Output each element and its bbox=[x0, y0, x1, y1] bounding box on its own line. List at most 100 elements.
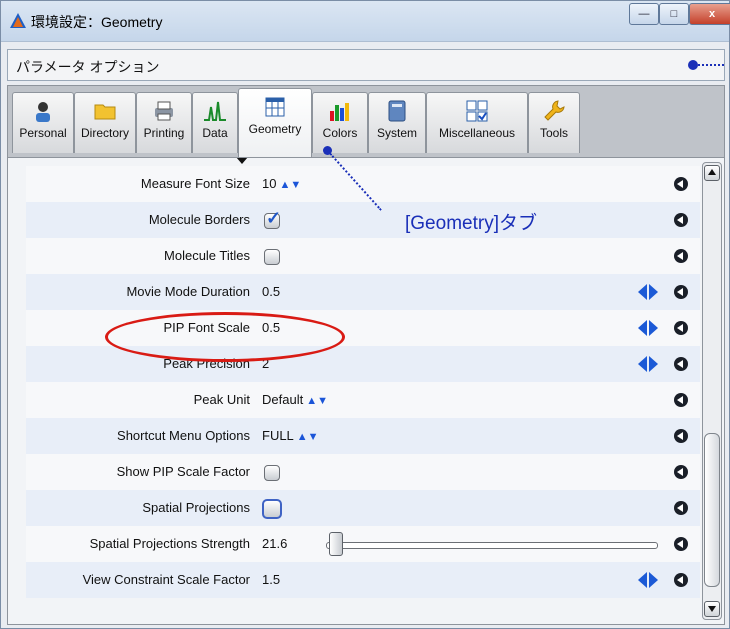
tab-colors[interactable]: Colors bbox=[312, 92, 368, 153]
setting-row-show-pip-scale-factor: Show PIP Scale Factor bbox=[26, 454, 700, 490]
measure-font-size-dropdown[interactable]: 10 ▲▼ bbox=[262, 176, 301, 191]
maximize-button[interactable]: □ bbox=[659, 3, 689, 25]
scroll-down-button[interactable] bbox=[704, 601, 720, 617]
stepper-arrows-icon[interactable] bbox=[638, 320, 660, 336]
reset-icon[interactable] bbox=[674, 537, 688, 551]
minimize-icon: — bbox=[638, 8, 650, 20]
tab-label: Personal bbox=[19, 126, 67, 140]
view-constraint-scale-factor-value[interactable]: 1.5 bbox=[262, 572, 280, 587]
person-icon bbox=[36, 102, 50, 122]
spectrum-icon bbox=[204, 101, 226, 121]
reset-icon[interactable] bbox=[674, 213, 688, 227]
reset-icon[interactable] bbox=[674, 321, 688, 335]
tab-data[interactable]: Data bbox=[192, 92, 238, 153]
tab-tools[interactable]: Tools bbox=[528, 92, 580, 153]
setting-label: Molecule Borders bbox=[148, 212, 250, 227]
tab-label: System bbox=[376, 126, 417, 140]
window-title: 環境設定：Geometry bbox=[31, 14, 163, 30]
tab-label: Directory bbox=[80, 126, 129, 140]
setting-label: Spatial Projections Strength bbox=[89, 536, 250, 551]
reset-icon[interactable] bbox=[674, 429, 688, 443]
setting-label: Shortcut Menu Options bbox=[117, 428, 250, 443]
reset-icon[interactable] bbox=[674, 393, 688, 407]
system-icon bbox=[388, 100, 406, 122]
tab-printing[interactable]: Printing bbox=[136, 92, 192, 153]
shortcut-menu-options-dropdown[interactable]: FULL ▲▼ bbox=[262, 428, 319, 443]
tab-label: Miscellaneous bbox=[438, 126, 516, 140]
setting-row-movie-mode-duration: Movie Mode Duration 0.5 bbox=[26, 274, 700, 310]
scroll-thumb[interactable] bbox=[704, 433, 720, 587]
setting-row-measure-font-size: Measure Font Size 10 ▲▼ bbox=[26, 166, 700, 202]
spatial-projections-checkbox[interactable] bbox=[262, 499, 282, 519]
reset-icon[interactable] bbox=[674, 465, 688, 479]
menu-parameter-options[interactable]: パラメータ オプション bbox=[16, 57, 159, 77]
preferences-window: 環境設定：Geometry — □ x パラメータ オプション Personal… bbox=[0, 0, 730, 629]
printer-icon bbox=[155, 101, 173, 121]
folder-icon bbox=[94, 104, 116, 120]
setting-row-molecule-titles: Molecule Titles bbox=[26, 238, 700, 274]
setting-label: Movie Mode Duration bbox=[126, 284, 250, 299]
setting-label: Spatial Projections bbox=[142, 500, 250, 515]
checkmark-icon: ✓ bbox=[266, 208, 282, 228]
annotation-dot bbox=[688, 60, 698, 70]
grid-window-icon bbox=[265, 97, 285, 117]
close-icon: x bbox=[708, 8, 716, 20]
reset-icon[interactable] bbox=[674, 501, 688, 515]
reset-icon[interactable] bbox=[674, 573, 688, 587]
tab-system[interactable]: System bbox=[368, 92, 426, 153]
title-bar[interactable]: 環境設定：Geometry — □ x bbox=[1, 1, 730, 42]
app-logo-icon bbox=[10, 13, 26, 28]
tab-geometry[interactable]: Geometry bbox=[238, 88, 312, 159]
reset-icon[interactable] bbox=[674, 249, 688, 263]
setting-label: View Constraint Scale Factor bbox=[82, 572, 250, 587]
setting-label: Measure Font Size bbox=[140, 176, 250, 191]
tab-personal[interactable]: Personal bbox=[12, 92, 74, 153]
setting-label: Peak Unit bbox=[193, 392, 250, 407]
slider-track[interactable] bbox=[326, 542, 658, 549]
tab-label: Tools bbox=[539, 126, 568, 140]
annotation-leader-line bbox=[698, 64, 724, 66]
slider-thumb[interactable] bbox=[328, 532, 343, 556]
tab-label: Printing bbox=[143, 126, 185, 140]
tab-label: Data bbox=[202, 126, 228, 140]
tab-directory[interactable]: Directory bbox=[74, 92, 136, 153]
setting-row-spatial-projections-strength: Spatial Projections Strength 21.6 bbox=[26, 526, 700, 562]
updown-arrows-icon: ▲▼ bbox=[296, 431, 319, 443]
settings-panel: Measure Font Size 10 ▲▼ Molecule Borders … bbox=[7, 157, 725, 625]
checklist-icon bbox=[466, 100, 488, 122]
setting-label: Show PIP Scale Factor bbox=[116, 464, 250, 479]
color-bars-icon bbox=[330, 103, 349, 121]
setting-row-view-constraint-scale-factor: View Constraint Scale Factor 1.5 bbox=[26, 562, 700, 598]
menu-bar: パラメータ オプション bbox=[7, 49, 725, 81]
minimize-button[interactable]: — bbox=[629, 3, 659, 25]
setting-row-peak-unit: Peak Unit Default ▲▼ bbox=[26, 382, 700, 418]
updown-arrows-icon: ▲▼ bbox=[306, 395, 328, 407]
show-pip-scale-factor-checkbox[interactable] bbox=[264, 465, 280, 481]
molecule-borders-checkbox[interactable]: ✓ bbox=[264, 208, 281, 229]
reset-icon[interactable] bbox=[674, 177, 688, 191]
tab-label: Colors bbox=[322, 126, 358, 140]
peak-unit-dropdown[interactable]: Default ▲▼ bbox=[262, 392, 328, 407]
stepper-arrows-icon[interactable] bbox=[638, 572, 660, 588]
geometry-tab-callout: [Geometry]タブ bbox=[405, 213, 537, 234]
movie-mode-duration-value[interactable]: 0.5 bbox=[262, 284, 280, 299]
tab-miscellaneous[interactable]: Miscellaneous bbox=[426, 92, 528, 153]
reset-icon[interactable] bbox=[674, 357, 688, 371]
setting-row-shortcut-menu-options: Shortcut Menu Options FULL ▲▼ bbox=[26, 418, 700, 454]
close-button[interactable]: x bbox=[689, 3, 730, 25]
maximize-icon: □ bbox=[670, 8, 678, 20]
tab-label: Geometry bbox=[248, 122, 302, 136]
setting-label: Molecule Titles bbox=[164, 248, 250, 263]
reset-icon[interactable] bbox=[674, 285, 688, 299]
tab-bar: Personal Directory Printing Data Geometr… bbox=[7, 85, 725, 159]
vertical-scrollbar[interactable] bbox=[702, 162, 722, 620]
molecule-titles-checkbox[interactable] bbox=[264, 249, 280, 265]
setting-row-molecule-borders: Molecule Borders ✓ bbox=[26, 202, 700, 238]
stepper-arrows-icon[interactable] bbox=[638, 356, 660, 372]
setting-row-spatial-projections: Spatial Projections bbox=[26, 490, 700, 526]
scroll-up-button[interactable] bbox=[704, 165, 720, 181]
spatial-projections-strength-value: 21.6 bbox=[262, 536, 288, 551]
stepper-arrows-icon[interactable] bbox=[638, 284, 660, 300]
updown-arrows-icon: ▲▼ bbox=[279, 179, 302, 191]
wrench-icon bbox=[544, 100, 565, 121]
